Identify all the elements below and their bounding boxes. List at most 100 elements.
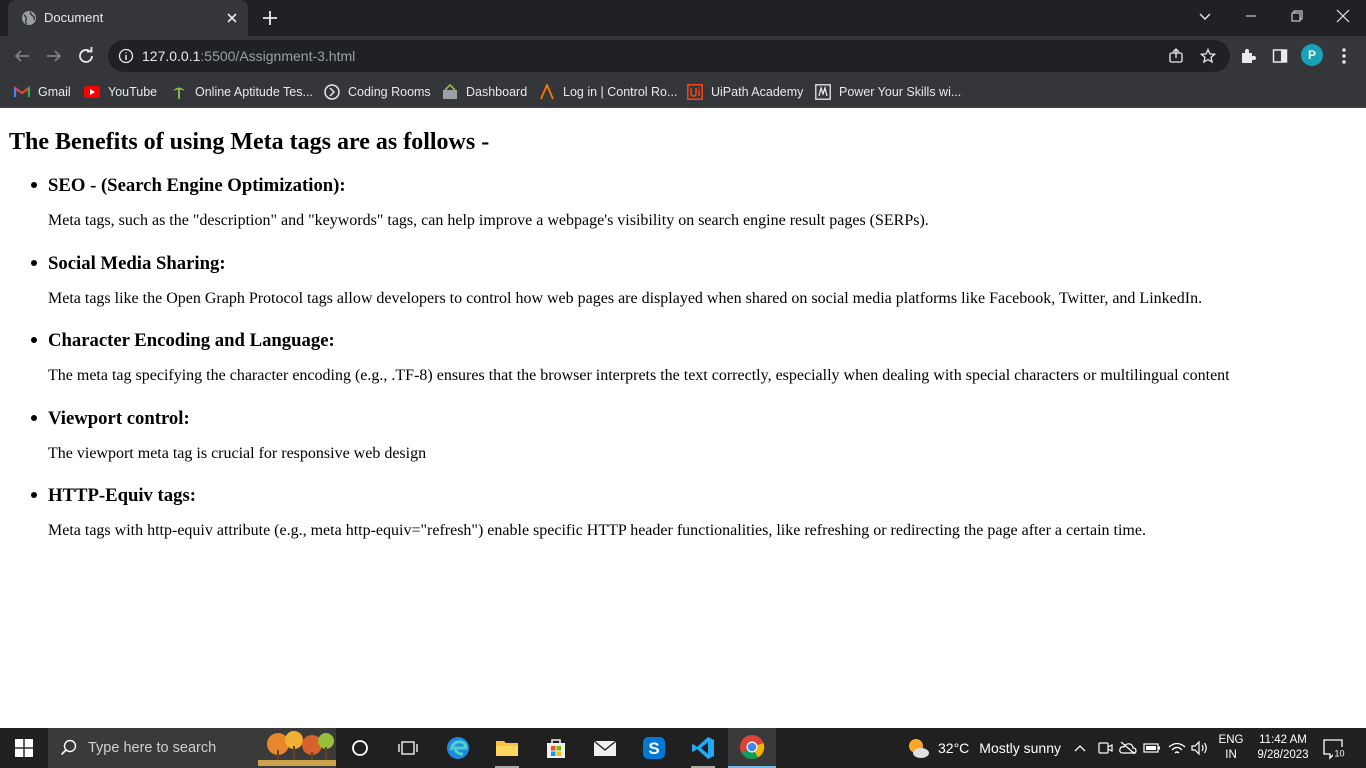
item-title: Character Encoding and Language: bbox=[48, 330, 335, 351]
bullet-icon bbox=[31, 337, 37, 343]
arrow-right-icon bbox=[47, 50, 62, 62]
url-text[interactable]: 127.0.0.1:5500/Assignment-3.html bbox=[142, 48, 355, 64]
close-icon bbox=[1336, 9, 1350, 23]
tray-meet-now[interactable] bbox=[1095, 738, 1115, 758]
puzzle-icon bbox=[1242, 49, 1256, 63]
folder-icon bbox=[496, 741, 518, 756]
dashboard-icon bbox=[442, 84, 458, 100]
task-view-button[interactable] bbox=[384, 728, 432, 768]
bookmark-power-skills[interactable]: Power Your Skills wi... bbox=[815, 82, 961, 102]
bookmark-control-room[interactable]: Log in | Control Ro... bbox=[539, 82, 677, 102]
tray-wifi[interactable] bbox=[1167, 738, 1187, 758]
battery-icon bbox=[1143, 743, 1160, 753]
bookmark-label: YouTube bbox=[108, 85, 158, 99]
taskbar-vscode[interactable] bbox=[679, 728, 727, 768]
bookmark-uipath[interactable]: UiPath Academy bbox=[687, 82, 803, 102]
list-item: HTTP-Equiv tags: Meta tags with http-equ… bbox=[31, 483, 1348, 561]
notification-icon: 10 bbox=[1323, 739, 1346, 760]
info-icon[interactable] bbox=[118, 48, 134, 64]
tray-volume[interactable] bbox=[1190, 738, 1210, 758]
taskbar: Type here to search S 32°C Mostly sunny … bbox=[0, 728, 1366, 768]
item-text: Meta tags, such as the "description" and… bbox=[48, 212, 929, 229]
windows-logo-icon bbox=[15, 739, 33, 757]
vscode-icon bbox=[692, 737, 714, 759]
close-icon[interactable] bbox=[224, 10, 240, 26]
svg-text:S: S bbox=[648, 739, 659, 758]
notification-center-button[interactable]: 10 bbox=[1322, 738, 1346, 760]
taskbar-store[interactable] bbox=[532, 728, 580, 768]
taskbar-chrome[interactable] bbox=[728, 728, 776, 768]
tray-battery[interactable] bbox=[1142, 738, 1162, 758]
tree-icon bbox=[171, 84, 187, 100]
bookmark-label: Online Aptitude Tes... bbox=[195, 85, 313, 99]
cortana-icon bbox=[352, 740, 368, 756]
kebab-menu-icon bbox=[1342, 48, 1346, 64]
forward-button[interactable] bbox=[42, 44, 66, 68]
bookmark-online-aptitude[interactable]: Online Aptitude Tes... bbox=[171, 82, 313, 102]
globe-icon bbox=[22, 11, 36, 25]
profile-avatar[interactable]: P bbox=[1301, 44, 1323, 66]
bookmark-star-icon[interactable] bbox=[1200, 48, 1216, 64]
minimize-icon bbox=[1246, 15, 1256, 17]
chrome-icon bbox=[740, 735, 765, 760]
coding-rooms-icon bbox=[324, 84, 340, 100]
tab-search-button[interactable] bbox=[1182, 0, 1228, 32]
item-text: The viewport meta tag is crucial for res… bbox=[48, 444, 427, 462]
bookmarks-bar: Gmail YouTube Online Aptitude Tes... Cod… bbox=[0, 76, 1366, 108]
control-room-icon bbox=[539, 84, 555, 100]
arrow-left-icon bbox=[14, 50, 29, 62]
taskbar-search-box[interactable]: Type here to search bbox=[48, 728, 336, 768]
bookmark-youtube[interactable]: YouTube bbox=[84, 82, 157, 102]
new-tab-icon[interactable] bbox=[259, 7, 281, 29]
browser-tab-strip: Document bbox=[0, 0, 1366, 36]
bookmark-gmail[interactable]: Gmail bbox=[14, 82, 71, 102]
reload-icon bbox=[79, 47, 93, 63]
bookmark-coding-rooms[interactable]: Coding Rooms bbox=[324, 82, 431, 102]
item-text: The meta tag specifying the character en… bbox=[48, 367, 1230, 384]
browser-tab[interactable]: Document bbox=[8, 0, 248, 36]
bookmark-label: Power Your Skills wi... bbox=[839, 85, 962, 99]
taskbar-skype[interactable]: S bbox=[630, 728, 678, 768]
bookmark-label: Log in | Control Ro... bbox=[563, 85, 678, 99]
url-path: :5500/Assignment-3.html bbox=[200, 48, 356, 64]
input-language[interactable]: ENG IN bbox=[1218, 733, 1244, 763]
store-icon bbox=[547, 739, 565, 758]
notification-count: 10 bbox=[1334, 749, 1344, 759]
back-button[interactable] bbox=[10, 44, 34, 68]
taskbar-mail[interactable] bbox=[581, 728, 629, 768]
bullet-icon bbox=[31, 492, 37, 498]
extensions-button[interactable] bbox=[1236, 44, 1260, 68]
bookmark-label: Gmail bbox=[38, 85, 71, 99]
side-panel-button[interactable] bbox=[1268, 44, 1292, 68]
weather-temp: 32°C bbox=[938, 740, 970, 756]
reload-button[interactable] bbox=[74, 44, 98, 68]
menu-button[interactable] bbox=[1332, 44, 1356, 68]
address-bar[interactable]: 127.0.0.1:5500/Assignment-3.html bbox=[108, 40, 1230, 72]
list-item: Social Media Sharing: Meta tags like the… bbox=[31, 251, 1348, 329]
item-title: Viewport control: bbox=[48, 407, 190, 429]
minimize-button[interactable] bbox=[1228, 0, 1274, 32]
taskbar-file-explorer[interactable] bbox=[483, 728, 531, 768]
page-heading: The Benefits of using Meta tags are as f… bbox=[9, 129, 490, 155]
item-title: SEO - (Search Engine Optimization): bbox=[48, 175, 346, 196]
bookmark-dashboard[interactable]: Dashboard bbox=[442, 82, 527, 102]
weather-widget[interactable]: 32°C Mostly sunny bbox=[906, 728, 1061, 768]
share-icon[interactable] bbox=[1168, 48, 1184, 64]
restore-button[interactable] bbox=[1274, 0, 1320, 32]
restore-icon bbox=[1291, 10, 1303, 22]
clock[interactable]: 11:42 AM 9/28/2023 bbox=[1252, 733, 1314, 763]
list-item: Character Encoding and Language: The met… bbox=[31, 328, 1348, 406]
task-view-icon bbox=[398, 741, 418, 755]
speaker-icon bbox=[1191, 740, 1207, 756]
window-close-button[interactable] bbox=[1320, 0, 1366, 32]
partly-sunny-icon bbox=[909, 739, 929, 758]
language-code: ENG bbox=[1218, 734, 1244, 746]
camera-icon bbox=[1098, 742, 1113, 754]
show-hidden-icons-button[interactable] bbox=[1070, 738, 1090, 758]
start-button[interactable] bbox=[0, 728, 48, 768]
tray-onedrive[interactable] bbox=[1118, 738, 1138, 758]
taskbar-edge[interactable] bbox=[434, 728, 482, 768]
chevron-down-icon bbox=[1199, 13, 1211, 20]
gmail-icon bbox=[14, 84, 30, 100]
cortana-button[interactable] bbox=[336, 728, 384, 768]
